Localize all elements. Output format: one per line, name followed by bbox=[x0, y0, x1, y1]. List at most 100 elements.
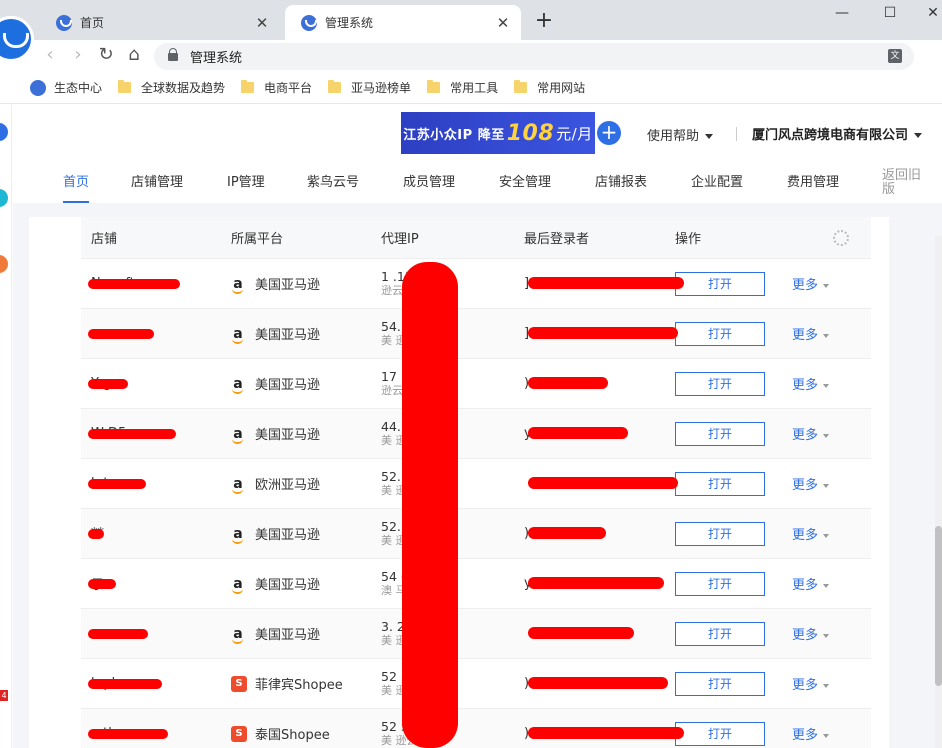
shopee-icon: S bbox=[231, 675, 247, 692]
home-icon[interactable]: ⌂ bbox=[122, 43, 146, 67]
open-button[interactable]: 打开 bbox=[675, 471, 765, 496]
actions-cell: 打开 更多 bbox=[675, 721, 871, 746]
tab-favicon-icon bbox=[301, 14, 317, 31]
nav-ip-management[interactable]: IP管理 bbox=[227, 171, 265, 190]
tab-title: 首页 bbox=[80, 16, 105, 30]
open-button[interactable]: 打开 bbox=[675, 521, 765, 546]
browser-tab-home[interactable]: 首页 ✕ bbox=[40, 5, 280, 40]
tab-close-icon[interactable]: ✕ bbox=[254, 14, 270, 32]
more-dropdown[interactable]: 更多 bbox=[792, 524, 829, 543]
scrollbar-thumb[interactable] bbox=[935, 526, 942, 686]
new-tab-icon[interactable]: + bbox=[534, 8, 554, 33]
bookmark-folder[interactable]: 全球数据及趋势 bbox=[118, 79, 225, 96]
more-dropdown[interactable]: 更多 bbox=[792, 374, 829, 393]
more-dropdown[interactable]: 更多 bbox=[792, 474, 829, 493]
left-app-strip: 4 bbox=[0, 105, 12, 748]
actions-cell: 打开 更多 bbox=[675, 521, 871, 546]
tab-close-icon[interactable]: ✕ bbox=[495, 14, 511, 32]
strip-app-icon[interactable] bbox=[0, 255, 8, 273]
more-dropdown[interactable]: 更多 bbox=[792, 424, 829, 443]
promo-banner[interactable]: 江苏小众IP 降至 108 元/月 bbox=[401, 112, 595, 154]
more-dropdown[interactable]: 更多 bbox=[792, 574, 829, 593]
platform-cell: a 欧洲亚马逊 bbox=[231, 474, 381, 494]
forward-icon[interactable]: › bbox=[66, 43, 90, 67]
company-menu[interactable]: 厦门风点跨境电商有限公司 bbox=[752, 124, 922, 143]
nav-back-old-version[interactable]: 返回旧版 bbox=[882, 169, 926, 197]
platform-name: 欧洲亚马逊 bbox=[255, 478, 321, 493]
bookmarks-bar: 生态中心 全球数据及趋势 电商平台 亚马逊榜单 常用工具 常用网站 bbox=[0, 72, 942, 104]
tab-title: 管理系统 bbox=[325, 16, 374, 30]
strip-app-icon[interactable] bbox=[0, 123, 8, 141]
nav-ziniao-cloud[interactable]: 紫鸟云号 bbox=[307, 171, 359, 190]
bookmark-folder[interactable]: 电商平台 bbox=[241, 79, 312, 96]
add-button[interactable]: + bbox=[597, 121, 621, 145]
browser-tab-admin[interactable]: 管理系统 ✕ bbox=[285, 5, 521, 40]
nav-billing[interactable]: 费用管理 bbox=[787, 171, 839, 190]
tab-favicon-icon bbox=[56, 14, 72, 31]
more-dropdown[interactable]: 更多 bbox=[792, 674, 829, 693]
nav-enterprise-config[interactable]: 企业配置 bbox=[691, 171, 743, 190]
amazon-icon: a bbox=[231, 477, 245, 494]
more-dropdown[interactable]: 更多 bbox=[792, 324, 829, 343]
strip-app-icon[interactable] bbox=[0, 189, 8, 207]
open-button[interactable]: 打开 bbox=[675, 721, 765, 746]
bookmark-item[interactable]: 生态中心 bbox=[30, 79, 102, 96]
redaction-mark bbox=[528, 527, 606, 539]
header-divider bbox=[736, 127, 737, 141]
more-dropdown[interactable]: 更多 bbox=[792, 624, 829, 643]
open-button[interactable]: 打开 bbox=[675, 321, 765, 346]
address-bar[interactable]: 管理系统 文 bbox=[154, 43, 914, 70]
banner-number: 108 bbox=[506, 120, 555, 146]
platform-cell: a 美国亚马逊 bbox=[231, 424, 381, 444]
more-dropdown[interactable]: 更多 bbox=[792, 724, 829, 743]
window-close-icon[interactable]: ✕ bbox=[918, 2, 942, 26]
open-button[interactable]: 打开 bbox=[675, 571, 765, 596]
redaction-mark bbox=[528, 327, 678, 339]
browser-tabstrip: 首页 ✕ 管理系统 ✕ + — ☐ ✕ bbox=[0, 0, 942, 62]
bookmark-folder[interactable]: 亚马逊榜单 bbox=[328, 79, 411, 96]
back-icon[interactable]: ‹ bbox=[38, 43, 62, 67]
more-dropdown[interactable]: 更多 bbox=[792, 274, 829, 293]
bookmark-folder[interactable]: 常用工具 bbox=[427, 79, 498, 96]
gear-icon[interactable] bbox=[833, 230, 849, 246]
redaction-mark bbox=[88, 279, 180, 289]
lock-icon bbox=[168, 47, 178, 61]
platform-name: 泰国Shopee bbox=[255, 728, 330, 743]
browser-toolbar: ‹ › ↻ ⌂ 管理系统 文 bbox=[0, 40, 942, 72]
open-button[interactable]: 打开 bbox=[675, 371, 765, 396]
banner-suffix: 元/月 bbox=[556, 124, 593, 143]
maximize-icon[interactable]: ☐ bbox=[875, 2, 905, 26]
redaction-mark bbox=[88, 379, 128, 389]
nav-store-management[interactable]: 店铺管理 bbox=[131, 171, 183, 190]
platform-cell: a 美国亚马逊 bbox=[231, 374, 381, 394]
nav-member-management[interactable]: 成员管理 bbox=[403, 171, 455, 190]
bookmark-label: 全球数据及趋势 bbox=[141, 81, 226, 95]
scrollbar[interactable] bbox=[935, 236, 942, 748]
nav-security-management[interactable]: 安全管理 bbox=[499, 171, 551, 190]
help-menu[interactable]: 使用帮助 bbox=[647, 125, 713, 144]
bookmark-label: 生态中心 bbox=[54, 81, 103, 95]
open-button[interactable]: 打开 bbox=[675, 621, 765, 646]
redaction-mark bbox=[528, 677, 668, 689]
redaction-mark bbox=[402, 262, 458, 748]
open-button[interactable]: 打开 bbox=[675, 421, 765, 446]
reload-icon[interactable]: ↻ bbox=[94, 43, 118, 67]
open-button[interactable]: 打开 bbox=[675, 271, 765, 296]
open-button[interactable]: 打开 bbox=[675, 671, 765, 696]
actions-cell: 打开 更多 bbox=[675, 571, 871, 596]
translate-icon[interactable]: 文 bbox=[888, 49, 902, 63]
folder-icon bbox=[427, 80, 441, 93]
actions-cell: 打开 更多 bbox=[675, 371, 871, 396]
platform-name: 美国亚马逊 bbox=[255, 328, 321, 343]
bookmark-folder[interactable]: 常用网站 bbox=[514, 79, 585, 96]
actions-cell: 打开 更多 bbox=[675, 321, 871, 346]
nav-store-reports[interactable]: 店铺报表 bbox=[595, 171, 647, 190]
minimize-icon[interactable]: — bbox=[827, 2, 857, 26]
amazon-icon: a bbox=[231, 277, 245, 294]
bookmark-label: 电商平台 bbox=[264, 81, 313, 95]
nav-home[interactable]: 首页 bbox=[63, 171, 90, 203]
bookmark-site-icon bbox=[30, 79, 46, 96]
table-row: 子a美国亚马逊54 64澳 马逊云yu 打开更多 bbox=[81, 559, 871, 609]
table-row: ea美国亚马逊3. 239美 逊云 打开更多 bbox=[81, 609, 871, 659]
amazon-icon: a bbox=[231, 427, 245, 444]
